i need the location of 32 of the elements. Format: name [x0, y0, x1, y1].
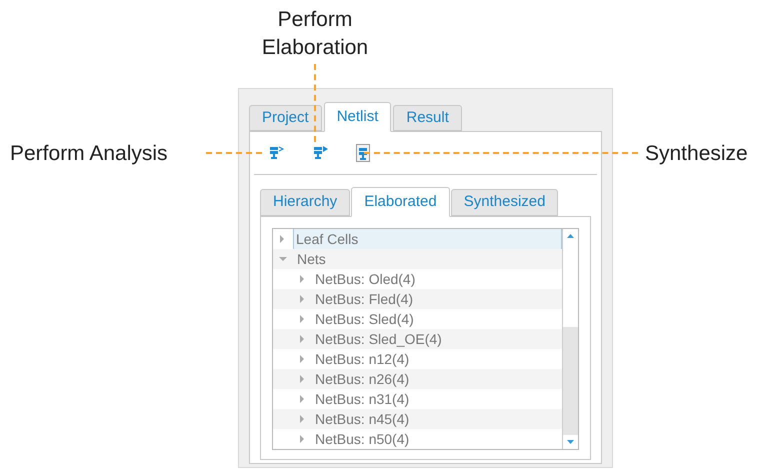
analysis-icon[interactable]: [268, 145, 286, 161]
tree-item[interactable]: NetBus: n50(4): [313, 429, 412, 449]
tab[interactable]: Project: [249, 105, 322, 131]
tab[interactable]: Result: [393, 105, 462, 131]
callout-label: Perform Analysis: [10, 141, 168, 167]
tree-item[interactable]: Leaf Cells: [293, 229, 562, 250]
tree-item[interactable]: NetBus: Sled(4): [313, 309, 416, 329]
tree-item[interactable]: Nets: [295, 249, 328, 269]
tab[interactable]: Synthesized: [450, 189, 558, 216]
tree-item[interactable]: NetBus: n31(4): [313, 389, 412, 409]
leader-line: [206, 152, 262, 154]
expand-arrow-icon[interactable]: [299, 335, 305, 343]
expand-arrow-icon[interactable]: [299, 395, 305, 403]
synthesize-icon[interactable]: [356, 144, 370, 162]
expand-arrow-icon[interactable]: [299, 435, 305, 443]
tree-item[interactable]: NetBus: n12(4): [313, 349, 412, 369]
tab[interactable]: Elaborated: [351, 187, 450, 217]
expand-arrow-icon[interactable]: [299, 415, 305, 423]
callout-label: Perform Elaboration: [260, 7, 370, 61]
tab[interactable]: Netlist: [324, 102, 392, 132]
expand-arrow-icon[interactable]: [299, 315, 305, 323]
expand-arrow-icon[interactable]: [299, 375, 305, 383]
scrollbar[interactable]: [562, 229, 578, 449]
tab[interactable]: Hierarchy: [260, 189, 350, 216]
callout-label: Synthesize: [645, 141, 748, 167]
expand-arrow-icon[interactable]: [299, 295, 305, 303]
collapse-arrow-icon[interactable]: [279, 256, 287, 262]
expand-arrow-icon[interactable]: [299, 355, 305, 363]
expand-arrow-icon[interactable]: [279, 235, 285, 243]
elaboration-icon[interactable]: [312, 145, 330, 161]
tree-item[interactable]: NetBus: Oled(4): [313, 269, 418, 289]
expand-arrow-icon[interactable]: [299, 275, 305, 283]
